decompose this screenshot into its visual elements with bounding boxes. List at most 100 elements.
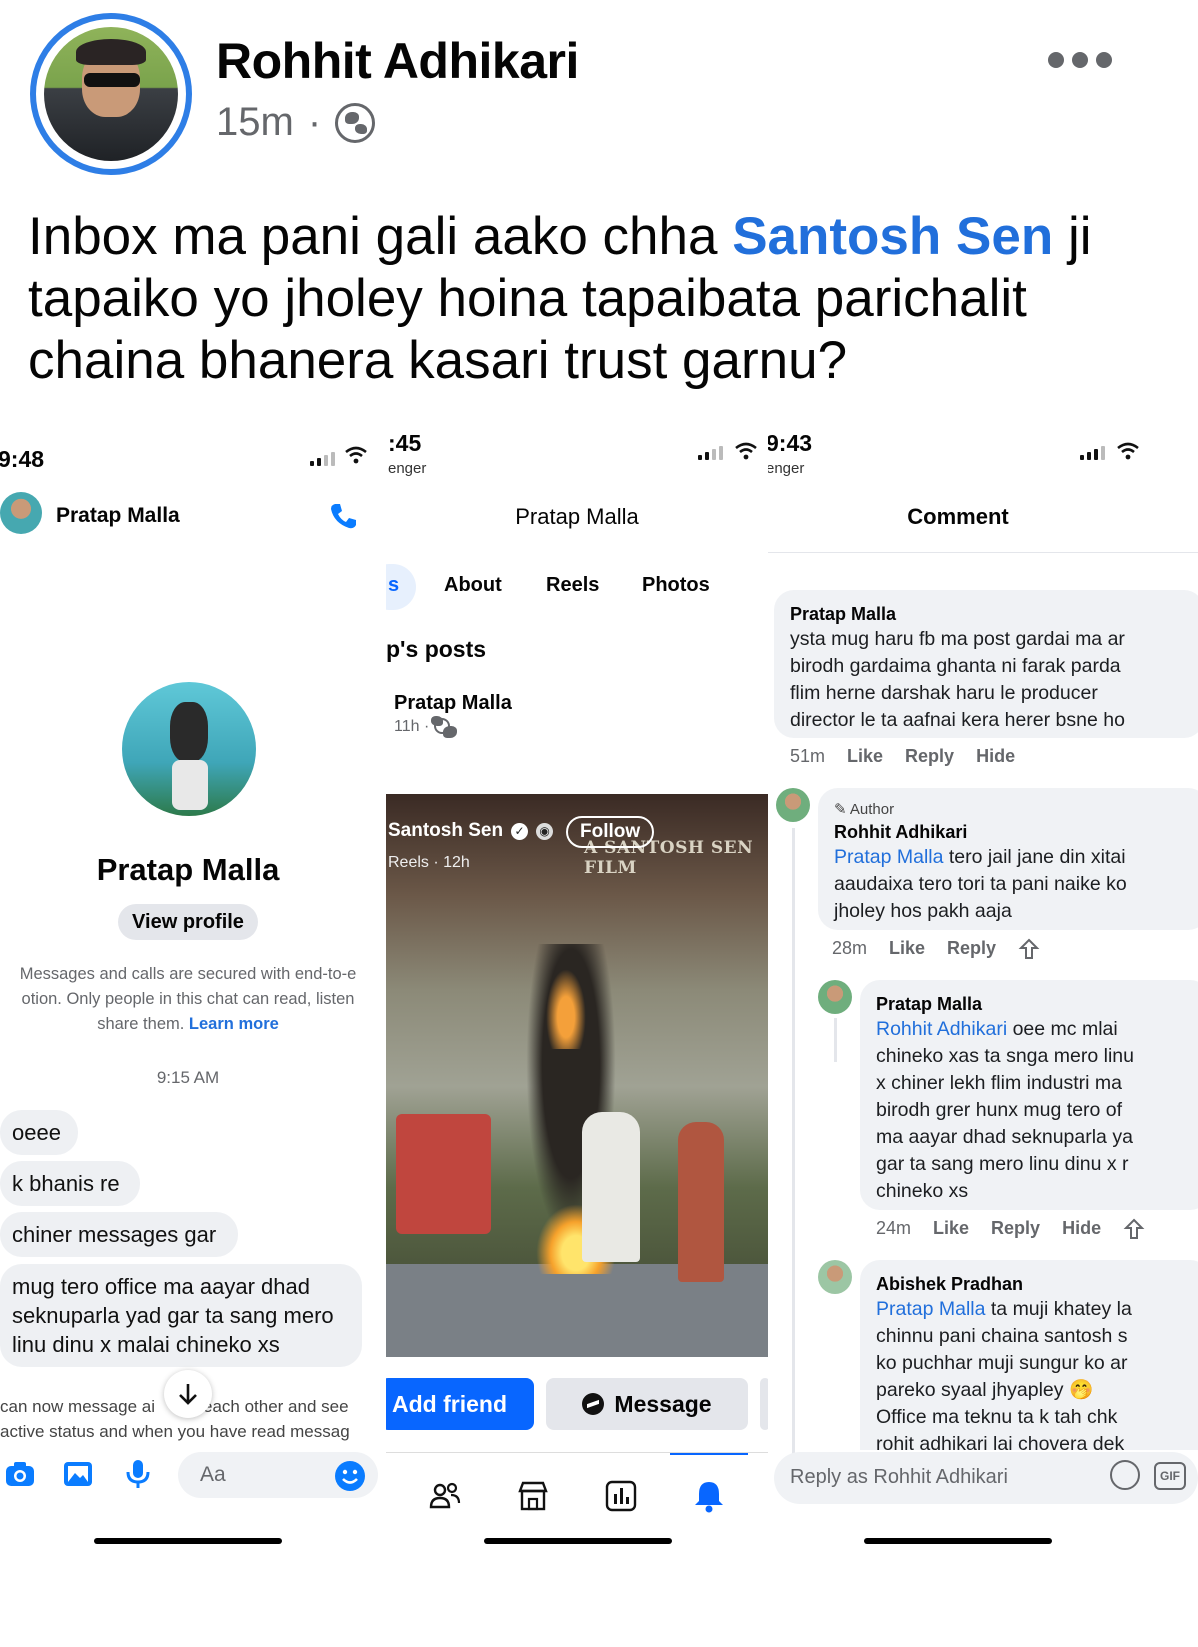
message-line: seknuparla yad gar ta sang mero [12, 1303, 334, 1328]
phone-call-icon[interactable] [328, 501, 358, 531]
tab-posts[interactable]: s [388, 574, 399, 597]
mention-tag[interactable]: Pratap Malla [876, 1298, 985, 1320]
globe-icon: ◉ [536, 822, 554, 840]
comment-bubble[interactable]: Pratap Malla Rohhit Adhikari oee mc mlai… [860, 980, 1198, 1210]
screenshot-comments: 9:43 enger Comment Pratap Malla ysta mug… [768, 418, 1198, 1647]
gif-button[interactable]: GIF [1154, 1462, 1186, 1490]
tab-about[interactable]: About [444, 574, 502, 597]
mention-tag[interactable]: Pratap Malla [834, 846, 943, 868]
reel-author-name: Santosh Sen [388, 820, 504, 841]
hide-button[interactable]: Hide [1062, 1218, 1101, 1240]
add-friend-button[interactable]: Add friend [386, 1378, 534, 1430]
hide-button[interactable]: Hide [976, 746, 1015, 767]
marketplace-icon[interactable] [516, 1479, 550, 1513]
status-time: 9:43 [768, 430, 813, 456]
microphone-icon[interactable] [122, 1458, 154, 1490]
encryption-notice: Messages and calls are secured with end-… [0, 962, 384, 1037]
encryption-line: Messages and calls are secured with end-… [19, 965, 357, 983]
post-time[interactable]: 15m [216, 100, 294, 145]
like-button[interactable]: Like [933, 1218, 969, 1240]
learn-more-link[interactable]: Learn more [189, 1015, 279, 1033]
tab-reels[interactable]: Reels [546, 574, 599, 597]
comment-author[interactable]: Pratap Malla [876, 992, 1194, 1016]
chat-timestamp: 9:15 AM [156, 1068, 220, 1087]
post-author[interactable]: Pratap Malla [394, 692, 512, 715]
chat-header-avatar[interactable] [0, 492, 42, 534]
comment-bubble[interactable]: ✎ Author Rohhit Adhikari Pratap Malla te… [818, 788, 1198, 930]
author-name[interactable]: Rohhit Adhikari [216, 32, 579, 90]
wifi-icon [1117, 442, 1139, 460]
comment-author[interactable]: Rohhit Adhikari [834, 820, 1192, 844]
wifi-icon [735, 442, 757, 460]
reel-meta: Reels · 12h [388, 854, 470, 871]
comment-line: ysta mug haru fb ma post gardai ma ar [790, 628, 1125, 650]
status-app-name: enger [388, 460, 427, 477]
globe-icon [430, 716, 457, 738]
status-time: 9:48 [0, 446, 45, 472]
emoji-icon[interactable] [334, 1460, 366, 1492]
profile-header-title: Pratap Malla [515, 504, 639, 529]
avatar-sticker-icon[interactable] [1110, 1460, 1140, 1490]
status-time: :45 [388, 430, 422, 456]
message-line: mug tero office ma aayar dhad [12, 1274, 310, 1299]
profile-name: Pratap Malla [96, 852, 280, 887]
comment-time: 51m [790, 746, 826, 766]
comment-bubble[interactable]: Pratap Malla ysta mug haru fb ma post ga… [774, 590, 1198, 738]
reel-video[interactable]: Santosh Sen ✓ ◉ A SANTOSH SEN FILM Follo… [386, 794, 768, 1357]
comment-line: oee mc mlai [1007, 1018, 1118, 1040]
comments-title: Comment [907, 504, 1009, 529]
scroll-down-button[interactable] [164, 1370, 212, 1418]
share-icon[interactable] [1123, 1218, 1145, 1240]
commenter-avatar[interactable] [818, 980, 852, 1014]
encryption-line: otion. Only people in this chat can read… [21, 990, 355, 1008]
comment-line: pareko syaal jhyapley 🤭 [876, 1379, 1094, 1401]
view-profile-button[interactable]: View profile [118, 904, 258, 940]
meta-separator: · [307, 100, 322, 144]
chat-header-name[interactable]: Pratap Malla [56, 504, 180, 528]
header-divider [768, 552, 1198, 553]
friends-icon[interactable] [428, 1479, 462, 1513]
profile-photo[interactable] [122, 682, 256, 816]
mention-tag[interactable]: Rohhit Adhikari [876, 1018, 1007, 1040]
more-options-button[interactable] [1048, 52, 1112, 68]
notice-text: active status and when you have read mes… [0, 1422, 350, 1441]
commenter-avatar[interactable] [818, 1260, 852, 1294]
comment-line: Office ma teknu ta k tah chk [876, 1406, 1118, 1428]
comment-author[interactable]: Pratap Malla [790, 602, 1188, 626]
reply-button[interactable]: Reply [947, 938, 996, 960]
arrow-down-icon [179, 1384, 197, 1405]
comment-bubble[interactable]: Abishek Pradhan Pratap Malla ta muji kha… [860, 1260, 1198, 1450]
notifications-icon[interactable] [692, 1479, 726, 1513]
like-button[interactable]: Like [847, 746, 883, 767]
signal-icon [1080, 446, 1105, 460]
wifi-icon [345, 446, 367, 464]
comment-time: 24m [876, 1218, 912, 1238]
more-button[interactable] [760, 1378, 768, 1430]
like-button[interactable]: Like [889, 938, 925, 960]
message-bubble[interactable]: k bhanis re [0, 1161, 140, 1206]
message-bubble[interactable]: chiner messages gar [0, 1212, 238, 1257]
dashboard-icon[interactable] [604, 1479, 638, 1513]
comment-line: chineko xs [876, 1180, 969, 1202]
message-bubble-multiline[interactable]: mug tero office ma aayar dhad seknuparla… [0, 1264, 362, 1367]
camera-icon[interactable] [4, 1458, 36, 1490]
share-icon[interactable] [1018, 938, 1040, 960]
gallery-icon[interactable] [62, 1458, 94, 1490]
message-bubble[interactable]: oeee [0, 1110, 78, 1155]
mention-link[interactable]: Santosh Sen [732, 207, 1053, 266]
comment-actions: 28m Like Reply [832, 938, 1040, 960]
comment-author[interactable]: Abishek Pradhan [876, 1272, 1194, 1296]
screenshot-profile-posts: :45 enger Pratap Malla s About Reels Pho… [386, 418, 768, 1647]
message-button[interactable]: Message [546, 1378, 748, 1430]
reply-button[interactable]: Reply [905, 746, 954, 767]
verified-icon: ✓ [511, 822, 529, 840]
post-time: 11h · [394, 718, 430, 735]
commenter-avatar[interactable] [776, 788, 810, 822]
follow-button[interactable]: Follow [566, 816, 655, 848]
signal-icon [698, 446, 723, 460]
author-avatar[interactable] [30, 13, 192, 175]
comment-line: jholey hos pakh aaja [834, 900, 1012, 922]
reply-button[interactable]: Reply [991, 1218, 1040, 1240]
tab-photos[interactable]: Photos [642, 574, 710, 597]
reel-author[interactable]: Santosh Sen ✓ ◉ [388, 820, 554, 842]
